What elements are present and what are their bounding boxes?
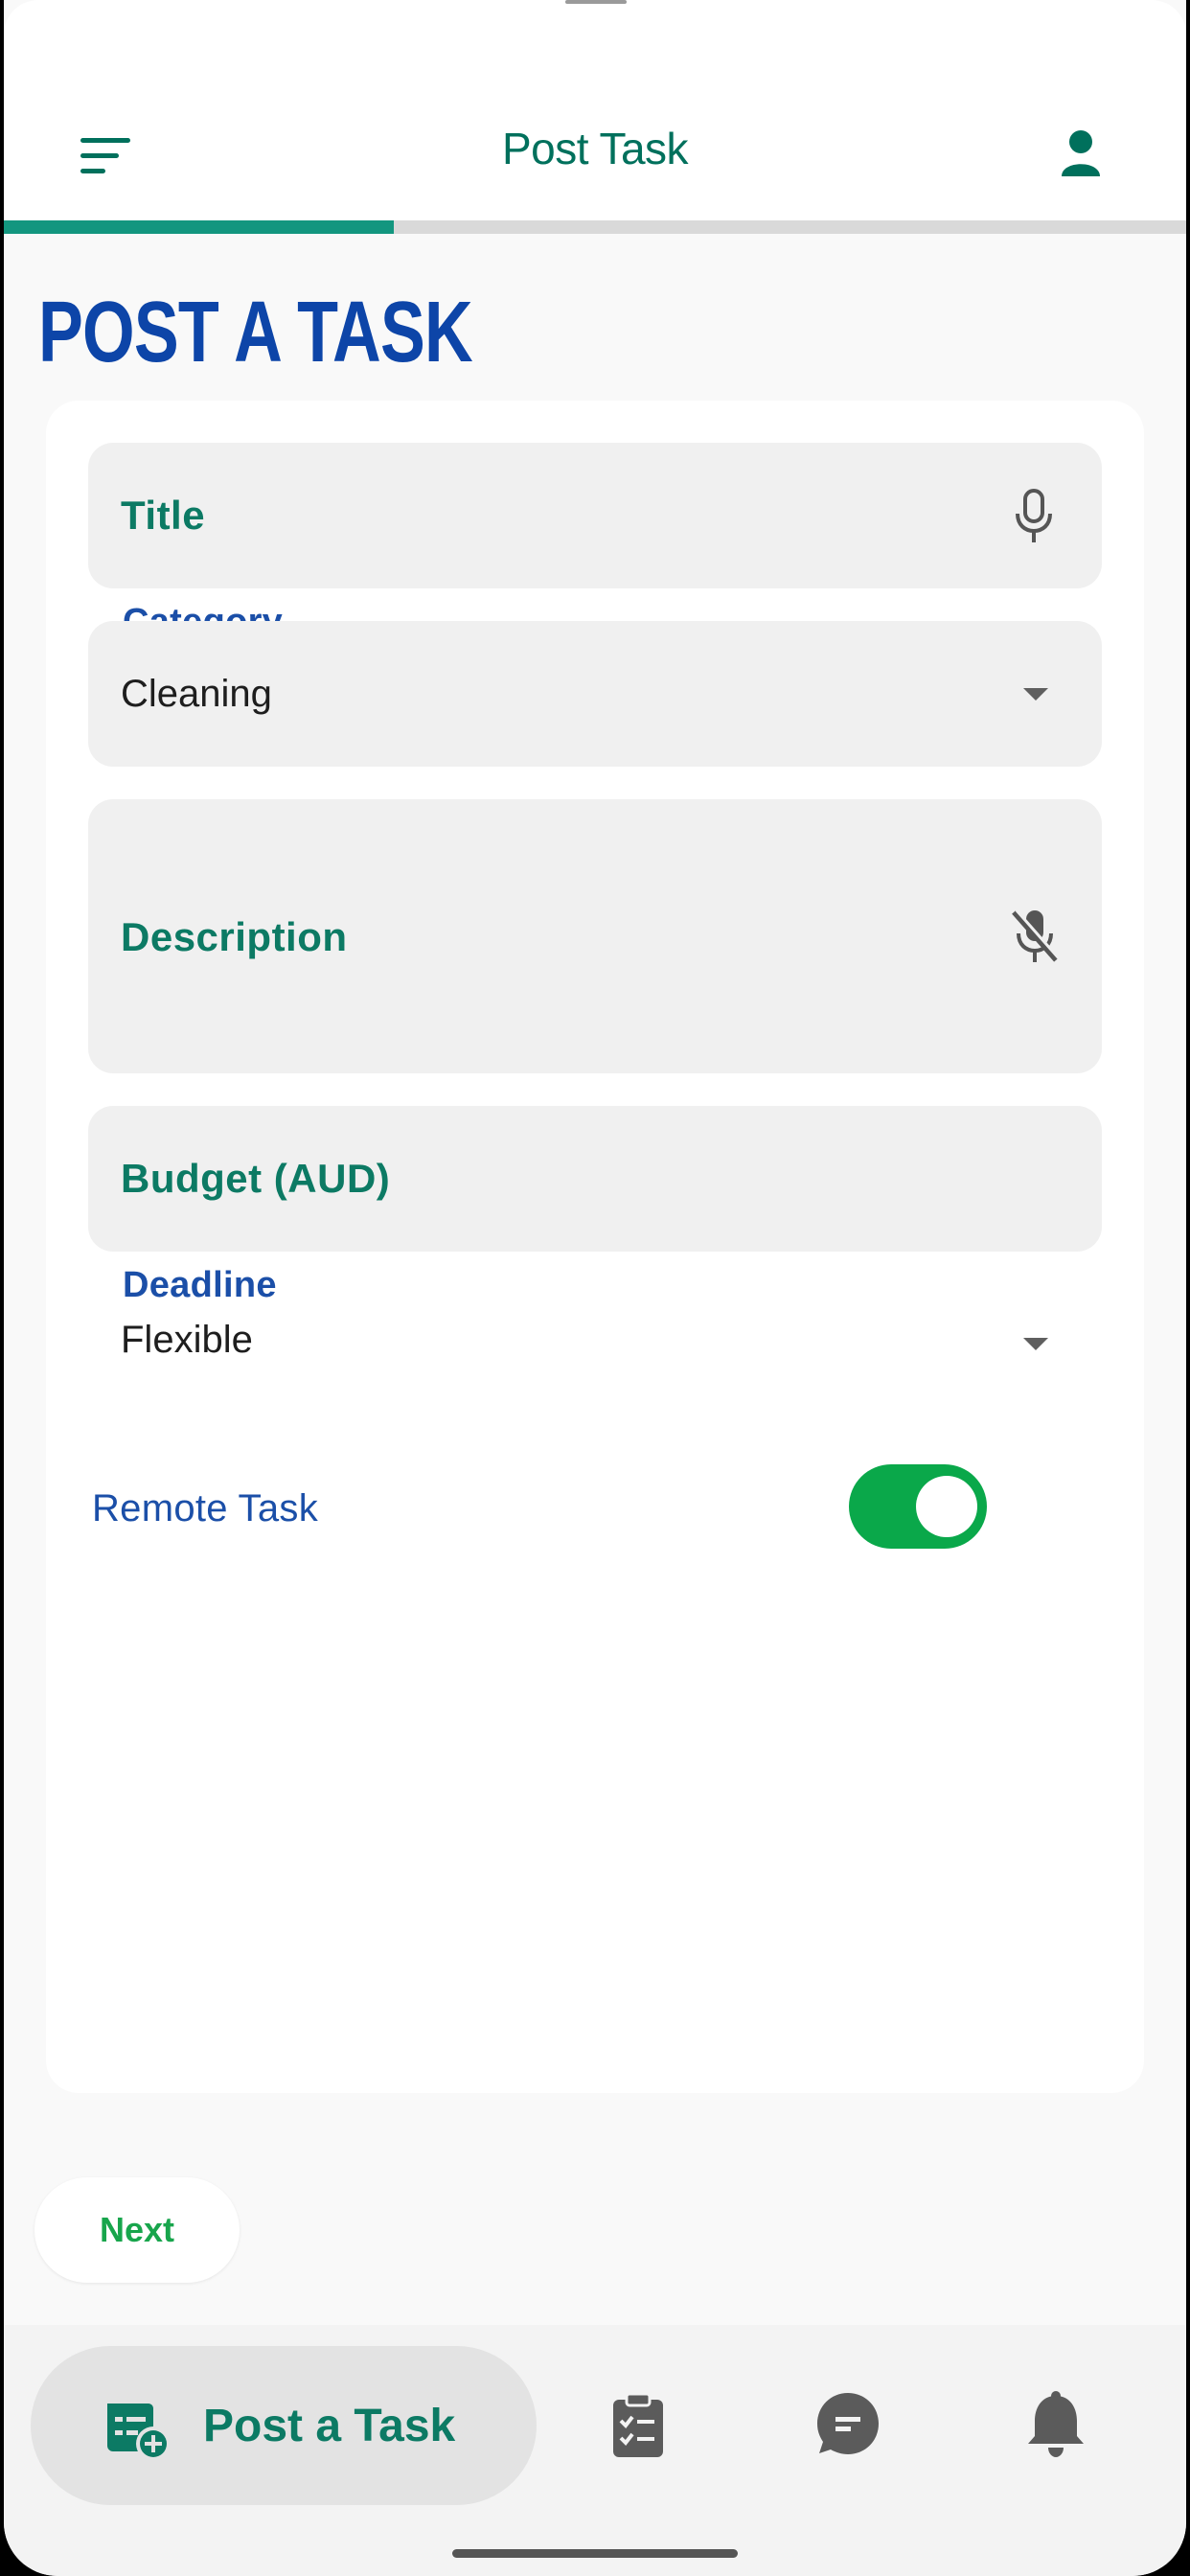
budget-field[interactable]: Budget (AUD) [88,1106,1102,1252]
description-field-label: Description [121,914,348,959]
deadline-dropdown[interactable]: Flexible [88,1301,1102,1397]
remote-task-toggle[interactable] [849,1464,987,1549]
top-indicator [565,0,627,4]
chevron-down-icon [1023,1338,1048,1350]
microphone-icon[interactable] [1012,489,1056,549]
tasks-clipboard-icon[interactable] [611,2392,665,2464]
form-heading: POST A TASK [38,285,473,380]
notifications-bell-icon[interactable] [1025,2390,1087,2464]
microphone-off-icon[interactable] [1008,908,1062,971]
step-progress-fill [4,220,395,234]
nav-active-label: Post a Task [203,2401,456,2451]
deadline-label: Deadline [123,1265,277,1305]
app-bar: Post Task [4,0,1186,220]
task-form-card: Title Category Cleaning Description [46,401,1144,2093]
category-value: Cleaning [121,673,272,715]
deadline-value: Flexible [121,1319,253,1361]
chevron-down-icon [1023,688,1048,701]
page-title: Post Task [501,124,689,173]
budget-field-label: Budget (AUD) [121,1156,391,1201]
title-field[interactable]: Title [88,443,1102,588]
account-icon[interactable] [1052,128,1110,178]
toggle-knob [916,1476,977,1537]
post-task-icon [103,2392,171,2466]
remote-task-label: Remote Task [92,1487,318,1530]
title-field-label: Title [121,493,206,538]
home-indicator [452,2549,738,2558]
bottom-navigation: Post a Task [4,2325,1186,2576]
phone-screen: Post Task POST A TASK Title Category [4,0,1186,2576]
description-field[interactable]: Description [88,799,1102,1073]
step-progress-bar [4,220,1186,234]
next-button[interactable]: Next [34,2177,240,2283]
messages-icon[interactable] [814,2390,881,2462]
category-dropdown[interactable]: Cleaning [88,621,1102,767]
nav-item-post-task[interactable]: Post a Task [31,2346,537,2505]
